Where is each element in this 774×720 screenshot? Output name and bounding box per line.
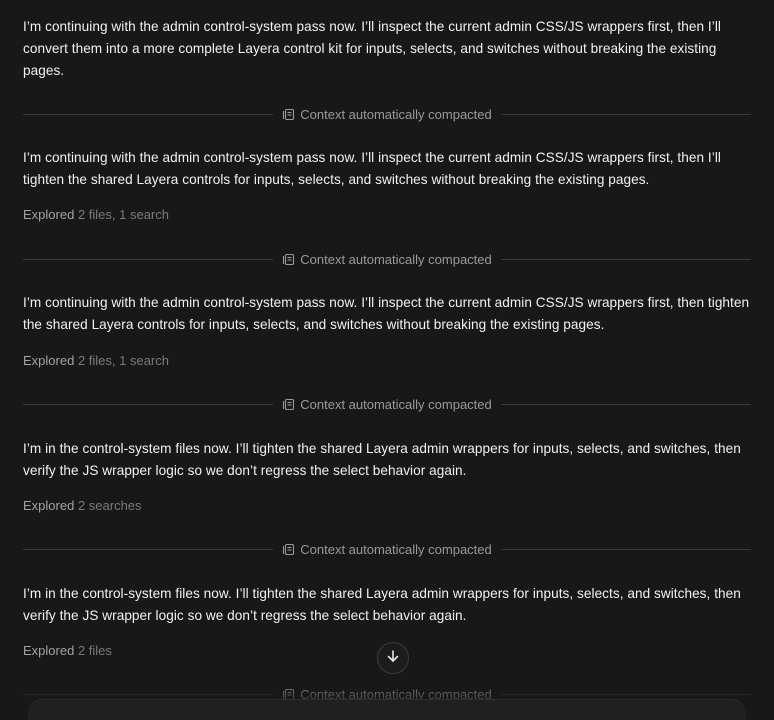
assistant-message: I’m continuing with the admin control-sy… bbox=[23, 295, 750, 332]
explored-summary[interactable]: Explored 2 files, 1 search bbox=[23, 352, 169, 370]
assistant-message: I’m in the control-system files now. I’l… bbox=[23, 441, 741, 478]
context-compact-icon bbox=[282, 108, 295, 121]
compaction-notice: Context automatically compacted bbox=[273, 252, 500, 267]
explored-detail: 2 files, 1 search bbox=[77, 353, 169, 368]
compaction-notice: Context automatically compacted bbox=[273, 542, 500, 557]
divider-line bbox=[23, 693, 274, 695]
explored-summary[interactable]: Explored 2 searches bbox=[23, 497, 142, 515]
divider-line bbox=[500, 548, 752, 550]
compaction-divider: Context automatically compacted bbox=[23, 539, 752, 559]
compaction-label: Context automatically compacted bbox=[300, 541, 492, 557]
divider-line bbox=[500, 693, 752, 695]
divider-line bbox=[500, 113, 752, 115]
composer-top-edge[interactable] bbox=[28, 699, 746, 720]
compaction-notice: Context automatically compacted bbox=[273, 107, 500, 122]
assistant-message: I’m continuing with the admin control-sy… bbox=[23, 150, 721, 187]
compaction-divider: Context automatically compacted bbox=[23, 104, 752, 124]
explored-label: Explored bbox=[23, 353, 75, 368]
explored-detail: 2 files bbox=[77, 643, 112, 658]
scroll-to-bottom-button[interactable] bbox=[377, 642, 409, 674]
explored-summary[interactable]: Explored 2 files bbox=[23, 642, 112, 660]
compaction-label: Context automatically compacted bbox=[300, 106, 492, 122]
compaction-divider: Context automatically compacted bbox=[23, 394, 752, 414]
context-compact-icon bbox=[282, 398, 295, 411]
divider-line bbox=[500, 258, 752, 260]
explored-detail: 2 files, 1 search bbox=[77, 207, 169, 222]
explored-detail: 2 searches bbox=[77, 498, 142, 513]
divider-line bbox=[23, 258, 274, 260]
divider-line bbox=[23, 548, 274, 550]
divider-line bbox=[500, 403, 752, 405]
context-compact-icon bbox=[282, 253, 295, 266]
compaction-divider: Context automatically compacted bbox=[23, 249, 752, 269]
divider-line bbox=[23, 113, 274, 115]
arrow-down-icon bbox=[386, 649, 400, 668]
explored-summary[interactable]: Explored 2 files, 1 search bbox=[23, 206, 169, 224]
explored-label: Explored bbox=[23, 498, 75, 513]
divider-line bbox=[23, 403, 274, 405]
compaction-notice: Context automatically compacted bbox=[273, 397, 500, 412]
explored-label: Explored bbox=[23, 643, 75, 658]
explored-label: Explored bbox=[23, 207, 75, 222]
compaction-label: Context automatically compacted bbox=[300, 251, 492, 267]
assistant-message: I’m continuing with the admin control-sy… bbox=[23, 19, 721, 78]
context-compact-icon bbox=[282, 543, 295, 556]
assistant-message: I’m in the control-system files now. I’l… bbox=[23, 586, 741, 623]
compaction-label: Context automatically compacted bbox=[300, 396, 492, 412]
